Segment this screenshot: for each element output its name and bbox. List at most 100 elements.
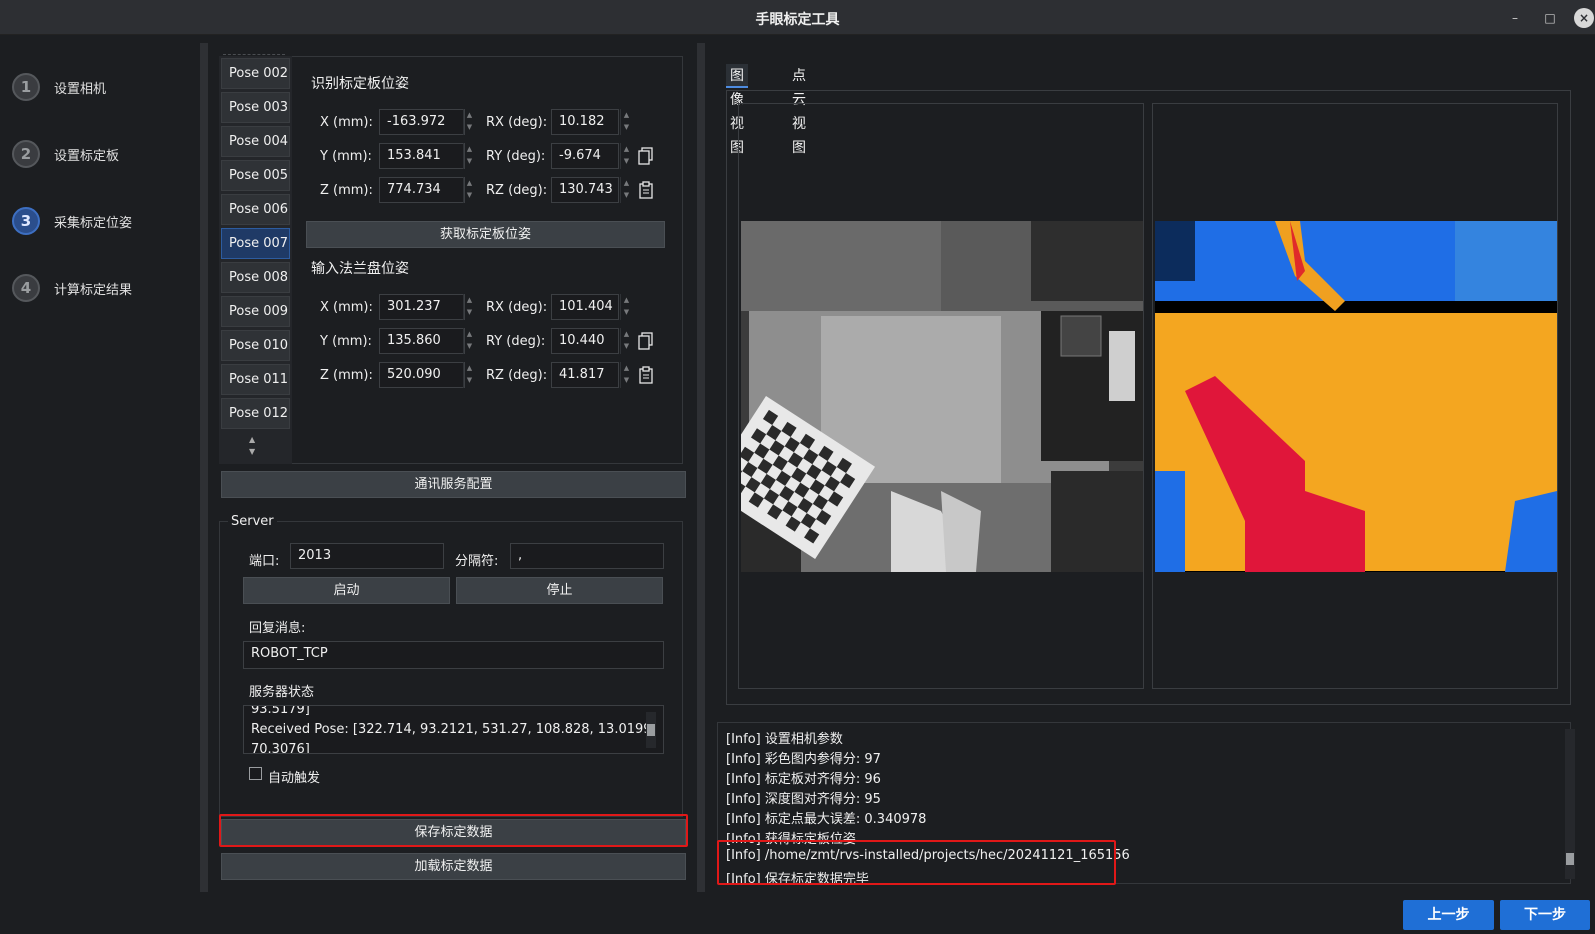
spin-arrows-icon[interactable]: ▲ ▼ bbox=[463, 294, 475, 320]
board-rx-field[interactable]: 10.182 bbox=[551, 109, 619, 135]
list-item[interactable]: Pose 008 bbox=[221, 262, 290, 293]
list-item[interactable]: Pose 006 bbox=[221, 194, 290, 225]
splitter-right[interactable] bbox=[697, 43, 705, 892]
spin-arrows-icon[interactable]: ▲ ▼ bbox=[463, 177, 475, 203]
tab-pointcloud-view[interactable]: 点云视图 bbox=[788, 64, 810, 156]
list-item[interactable]: Pose 003 bbox=[221, 92, 290, 123]
list-item[interactable]: Pose 012 bbox=[221, 398, 290, 429]
spin-arrows-icon[interactable]: ▲ ▼ bbox=[463, 328, 475, 354]
status-line: 70.3076] bbox=[251, 742, 310, 754]
comm-config-button[interactable]: 通讯服务配置 bbox=[221, 471, 686, 498]
flange-z-field[interactable]: 520.090 bbox=[379, 362, 465, 388]
board-ry-label: RY (deg): bbox=[486, 149, 546, 164]
copy-icon[interactable] bbox=[638, 147, 654, 165]
log-line: [Info] 彩色图内参得分: 97 bbox=[726, 752, 881, 767]
separator-label: 分隔符: bbox=[455, 554, 499, 569]
board-rx-label: RX (deg): bbox=[486, 115, 548, 130]
pose-list: Pose 002 Pose 003 Pose 004 Pose 005 Pose… bbox=[219, 54, 292, 464]
spin-arrows-icon[interactable]: ▲ ▼ bbox=[620, 177, 632, 203]
paste-icon[interactable] bbox=[638, 366, 654, 384]
step-item-collect[interactable]: 3 采集标定位姿 bbox=[12, 206, 132, 236]
board-pose-heading: 识别标定板位姿 bbox=[311, 76, 409, 92]
board-x-field[interactable]: -163.972 bbox=[379, 109, 465, 135]
list-item[interactable]: Pose 010 bbox=[221, 330, 290, 361]
status-line: 93.5179] bbox=[251, 705, 310, 717]
get-board-pose-button[interactable]: 获取标定板位姿 bbox=[306, 221, 665, 248]
spin-arrows-icon[interactable]: ▲ ▼ bbox=[620, 362, 632, 388]
step-number: 1 bbox=[12, 73, 40, 101]
splitter-left[interactable] bbox=[200, 43, 208, 892]
start-button[interactable]: 启动 bbox=[243, 577, 450, 604]
port-field[interactable]: 2013 bbox=[290, 543, 444, 569]
flange-ry-label: RY (deg): bbox=[486, 334, 546, 349]
scroll-thumb[interactable] bbox=[1566, 853, 1574, 865]
image-view[interactable] bbox=[738, 103, 1144, 689]
prev-step-button[interactable]: 上一步 bbox=[1403, 900, 1494, 930]
flange-x-field[interactable]: 301.237 bbox=[379, 294, 465, 320]
stop-button[interactable]: 停止 bbox=[456, 577, 663, 604]
flange-x-label: X (mm): bbox=[320, 300, 373, 315]
auto-trigger-checkbox[interactable] bbox=[249, 767, 262, 780]
step-label: 计算标定结果 bbox=[54, 282, 133, 298]
load-calibration-button[interactable]: 加载标定数据 bbox=[221, 853, 686, 880]
step-label: 采集标定位姿 bbox=[54, 215, 133, 231]
status-scrollbar[interactable] bbox=[646, 712, 656, 748]
step-number: 2 bbox=[12, 140, 40, 168]
flange-pose-heading: 输入法兰盘位姿 bbox=[311, 261, 409, 277]
close-icon[interactable]: × bbox=[1574, 8, 1594, 28]
log-line: [Info] 标定板对齐得分: 96 bbox=[726, 772, 881, 787]
step-item-compute[interactable]: 4 计算标定结果 bbox=[12, 273, 132, 303]
title-bar: 手眼标定工具 – □ × bbox=[0, 0, 1595, 35]
reply-label: 回复消息: bbox=[249, 621, 306, 636]
board-rz-field[interactable]: 130.743 bbox=[551, 177, 619, 203]
flange-ry-field[interactable]: 10.440 bbox=[551, 328, 619, 354]
reply-field[interactable]: ROBOT_TCP bbox=[243, 641, 664, 669]
spin-arrows-icon[interactable]: ▲ ▼ bbox=[463, 362, 475, 388]
spin-arrows-icon[interactable]: ▲ ▼ bbox=[620, 143, 632, 169]
spin-arrows-icon[interactable]: ▲ ▼ bbox=[463, 143, 475, 169]
board-ry-field[interactable]: -9.674 bbox=[551, 143, 619, 169]
board-rz-label: RZ (deg): bbox=[486, 183, 548, 198]
list-item[interactable]: Pose 004 bbox=[221, 126, 290, 157]
server-status-text[interactable]: 93.5179] Received Pose: [322.714, 93.212… bbox=[243, 705, 664, 754]
window-title: 手眼标定工具 bbox=[755, 12, 840, 28]
spin-arrows-icon[interactable]: ▲ ▼ bbox=[463, 109, 475, 135]
log-scrollbar[interactable] bbox=[1565, 729, 1575, 879]
list-item[interactable]: Pose 002 bbox=[221, 58, 290, 89]
flange-rx-field[interactable]: 101.404 bbox=[551, 294, 619, 320]
board-z-field[interactable]: 774.734 bbox=[379, 177, 465, 203]
maximize-icon[interactable]: □ bbox=[1540, 8, 1560, 28]
tab-image-view[interactable]: 图像视图 bbox=[726, 64, 748, 156]
step-label: 设置相机 bbox=[54, 81, 107, 97]
log-line: [Info] 深度图对齐得分: 95 bbox=[726, 792, 881, 807]
auto-trigger-label: 自动触发 bbox=[268, 771, 321, 786]
list-item[interactable]: Pose 005 bbox=[221, 160, 290, 191]
camera-image bbox=[741, 221, 1143, 572]
highlight-box bbox=[219, 814, 688, 847]
list-item-selected[interactable]: Pose 007 bbox=[221, 228, 290, 259]
step-item-camera[interactable]: 1 设置相机 bbox=[12, 72, 106, 102]
spin-arrows-icon[interactable]: ▲ ▼ bbox=[620, 328, 632, 354]
list-item[interactable]: Pose 011 bbox=[221, 364, 290, 395]
spin-arrows-icon[interactable]: ▲ ▼ bbox=[620, 109, 632, 135]
minimize-icon[interactable]: – bbox=[1505, 8, 1525, 28]
step-item-board[interactable]: 2 设置标定板 bbox=[12, 139, 119, 169]
depth-view[interactable] bbox=[1152, 103, 1558, 689]
separator-field[interactable]: , bbox=[510, 543, 664, 569]
step-number-active: 3 bbox=[12, 207, 40, 235]
flange-rz-field[interactable]: 41.817 bbox=[551, 362, 619, 388]
list-scroll-arrows[interactable]: ▲ ▼ bbox=[249, 434, 255, 458]
server-group-title: Server bbox=[228, 514, 277, 529]
depth-image bbox=[1155, 221, 1557, 572]
flange-rz-label: RZ (deg): bbox=[486, 368, 548, 383]
list-item[interactable]: Pose 009 bbox=[221, 296, 290, 327]
scroll-thumb[interactable] bbox=[647, 724, 655, 736]
status-line: Received Pose: [322.714, 93.2121, 531.27… bbox=[251, 722, 656, 737]
log-line: [Info] 标定点最大误差: 0.340978 bbox=[726, 812, 927, 827]
board-y-field[interactable]: 153.841 bbox=[379, 143, 465, 169]
paste-icon[interactable] bbox=[638, 181, 654, 199]
next-step-button[interactable]: 下一步 bbox=[1500, 900, 1590, 930]
flange-y-field[interactable]: 135.860 bbox=[379, 328, 465, 354]
copy-icon[interactable] bbox=[638, 332, 654, 350]
spin-arrows-icon[interactable]: ▲ ▼ bbox=[620, 294, 632, 320]
